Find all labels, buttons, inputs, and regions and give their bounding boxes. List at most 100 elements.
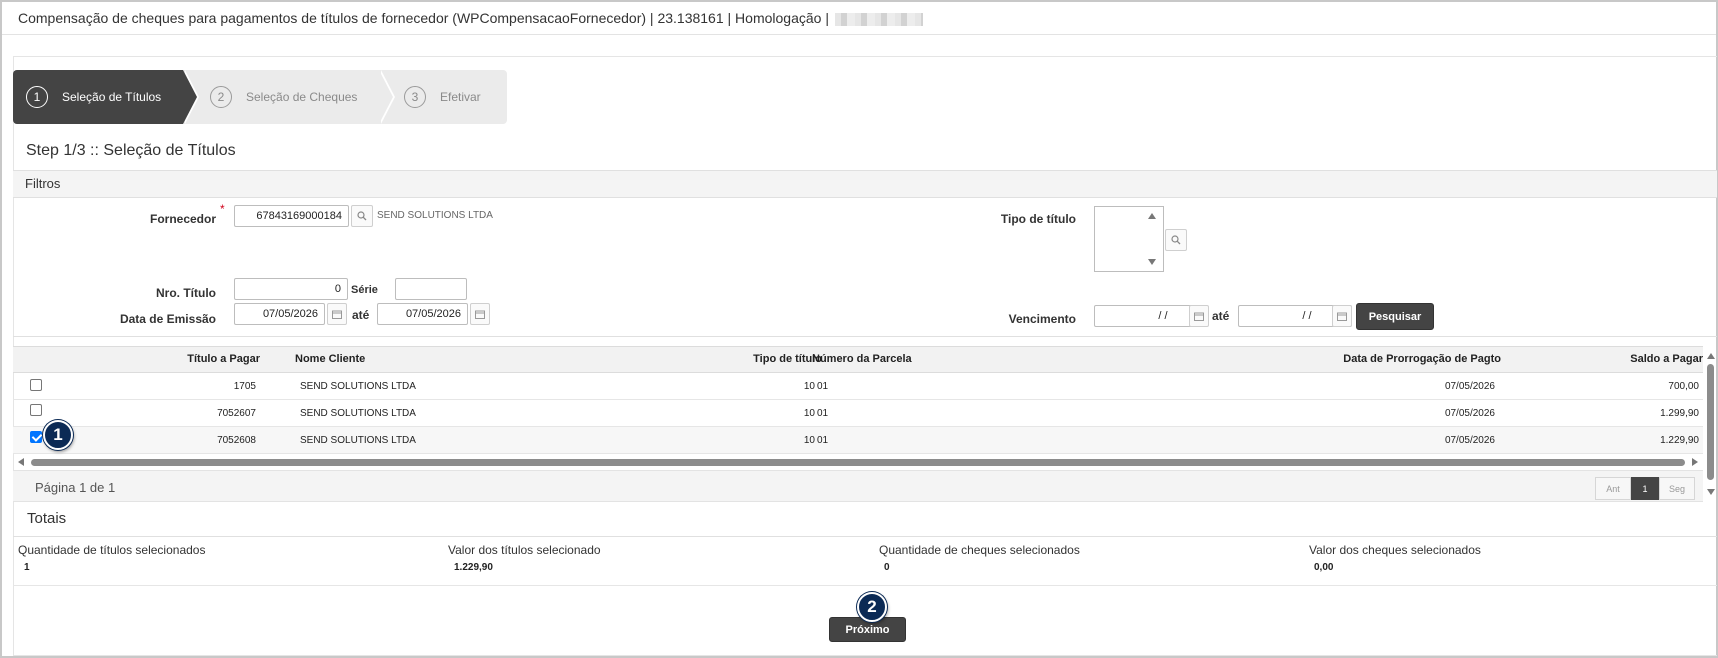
wizard-step-1-label: Seleção de Títulos <box>62 90 162 104</box>
cell-titulo: 7052608 <box>217 435 256 446</box>
table-row[interactable]: 7052608 SEND SOLUTIONS LTDA 10 01 07/05/… <box>13 427 1703 454</box>
vertical-scrollbar[interactable] <box>1705 350 1717 498</box>
required-mark: * <box>220 202 225 216</box>
cell-data: 07/05/2026 <box>1444 381 1495 392</box>
vencimento-label: Vencimento <box>1008 312 1076 326</box>
search-icon <box>1171 235 1181 245</box>
total-valor-cheques-label: Valor dos cheques selecionados <box>1309 543 1481 557</box>
row-checkbox[interactable] <box>30 404 42 416</box>
cell-parcela: 01 <box>817 408 829 419</box>
wizard-step-1[interactable]: 1 Seleção de Títulos <box>26 70 161 124</box>
wizard-step-2-label: Seleção de Cheques <box>246 90 358 104</box>
data-emissao-to-calendar-button[interactable] <box>470 303 490 325</box>
window-title-bar: Compensação de cheques para pagamentos d… <box>2 2 1716 35</box>
total-qtd-titulos-value: 1 <box>24 562 30 573</box>
cell-parcela: 01 <box>817 435 829 446</box>
nro-titulo-label: Nro. Título <box>156 286 216 300</box>
cell-data: 07/05/2026 <box>1444 408 1495 419</box>
cell-saldo: 1.299,90 <box>1660 408 1699 419</box>
wizard-step-1-number: 1 <box>26 86 48 108</box>
data-emissao-from-input[interactable] <box>234 303 325 325</box>
serie-label: Série <box>351 284 378 296</box>
vencimento-to-calendar-button[interactable] <box>1332 305 1352 327</box>
search-icon <box>357 211 367 221</box>
total-valor-cheques-value: 0,00 <box>1314 562 1334 573</box>
annotation-badge-1: 1 <box>43 420 73 450</box>
scroll-up-icon[interactable] <box>1706 352 1716 360</box>
vencimento-ate-label: até <box>1212 309 1230 323</box>
search-button[interactable]: Pesquisar <box>1356 303 1434 330</box>
fornecedor-input[interactable] <box>234 205 349 227</box>
filters-header: Filtros <box>13 170 1717 198</box>
pager-current-page[interactable]: 1 <box>1631 477 1659 500</box>
pagination-bar: Página 1 de 1 Ant 1 Seg <box>13 470 1703 502</box>
cell-data: 07/05/2026 <box>1444 435 1495 446</box>
col-numero-parcela[interactable]: Número da Parcela <box>812 353 912 365</box>
table-header: Título a Pagar Nome Cliente Tipo de títu… <box>13 346 1703 373</box>
total-qtd-cheques-value: 0 <box>884 562 890 573</box>
row-checkbox[interactable] <box>30 379 42 391</box>
tipo-titulo-lookup-button[interactable] <box>1165 229 1187 251</box>
col-nome-cliente[interactable]: Nome Cliente <box>295 353 365 365</box>
horizontal-scrollbar[interactable] <box>13 456 1703 468</box>
row-checkbox[interactable] <box>30 431 42 443</box>
table-row[interactable]: 1705 SEND SOLUTIONS LTDA 10 01 07/05/202… <box>13 373 1703 400</box>
total-valor-titulos-label: Valor dos títulos selecionado <box>448 543 601 557</box>
cell-saldo: 700,00 <box>1668 381 1699 392</box>
data-emissao-from-calendar-button[interactable] <box>327 303 347 325</box>
annotation-badge-2: 2 <box>857 592 887 622</box>
window-title: Compensação de cheques para pagamentos d… <box>18 10 829 26</box>
page-info: Página 1 de 1 <box>35 480 116 495</box>
fornecedor-lookup-button[interactable] <box>351 205 373 227</box>
calendar-icon <box>1337 312 1347 321</box>
col-saldo-a-pagar[interactable]: Saldo a Pagar <box>1630 353 1703 365</box>
col-titulo-a-pagar[interactable]: Título a Pagar <box>187 353 260 365</box>
wizard-steps: 1 Seleção de Títulos 2 Seleção de Cheque… <box>13 70 507 124</box>
step-title: Step 1/3 :: Seleção de Títulos <box>26 142 236 159</box>
data-emissao-label: Data de Emissão <box>119 312 216 326</box>
vencimento-from-calendar-button[interactable] <box>1189 305 1209 327</box>
pager-next-button[interactable]: Seg <box>1659 477 1695 500</box>
vertical-scroll-thumb[interactable] <box>1707 364 1714 480</box>
calendar-icon <box>475 310 485 319</box>
tipo-titulo-select[interactable] <box>1094 206 1164 272</box>
cell-titulo: 7052607 <box>217 408 256 419</box>
wizard-step-2[interactable]: 2 Seleção de Cheques <box>210 70 357 124</box>
cell-parcela: 01 <box>817 381 829 392</box>
total-qtd-cheques-label: Quantidade de cheques selecionados <box>879 543 1080 557</box>
scroll-left-icon[interactable] <box>17 457 25 467</box>
scroll-up-icon <box>1148 213 1156 219</box>
col-data-prorrogacao[interactable]: Data de Prorrogação de Pagto <box>1343 353 1501 365</box>
wizard-step-3-label: Efetivar <box>440 90 481 104</box>
cell-saldo: 1.229,90 <box>1660 435 1699 446</box>
scroll-right-icon[interactable] <box>1691 457 1699 467</box>
cell-cliente: SEND SOLUTIONS LTDA <box>300 408 416 419</box>
data-emissao-ate-label: até <box>352 308 370 322</box>
wizard-step-3-number: 3 <box>404 86 426 108</box>
pager-prev-button[interactable]: Ant <box>1595 477 1631 500</box>
scroll-down-icon <box>1148 259 1156 265</box>
fornecedor-name: SEND SOLUTIONS LTDA <box>377 210 493 221</box>
scroll-down-icon[interactable] <box>1706 488 1716 496</box>
serie-input[interactable] <box>395 278 467 300</box>
redacted-environment <box>834 12 923 26</box>
tipo-titulo-label: Tipo de título <box>1000 212 1076 226</box>
wizard-step-3[interactable]: 3 Efetivar <box>404 70 481 124</box>
calendar-icon <box>1194 312 1204 321</box>
cell-cliente: SEND SOLUTIONS LTDA <box>300 381 416 392</box>
cell-cliente: SEND SOLUTIONS LTDA <box>300 435 416 446</box>
calendar-icon <box>332 310 342 319</box>
wizard-step-2-number: 2 <box>210 86 232 108</box>
fornecedor-label: Fornecedor <box>149 212 216 226</box>
nro-titulo-input[interactable] <box>234 278 348 300</box>
cell-tipo: 10 <box>803 381 815 392</box>
cell-tipo: 10 <box>803 408 815 419</box>
data-emissao-to-input[interactable] <box>377 303 468 325</box>
cell-titulo: 1705 <box>233 381 256 392</box>
total-valor-titulos-value: 1.229,90 <box>454 562 493 573</box>
table-row[interactable]: 7052607 SEND SOLUTIONS LTDA 10 01 07/05/… <box>13 400 1703 427</box>
horizontal-scroll-thumb[interactable] <box>31 459 1685 466</box>
total-qtd-titulos-label: Quantidade de títulos selecionados <box>18 543 206 557</box>
totais-title: Totais <box>27 510 67 527</box>
cell-tipo: 10 <box>803 435 815 446</box>
